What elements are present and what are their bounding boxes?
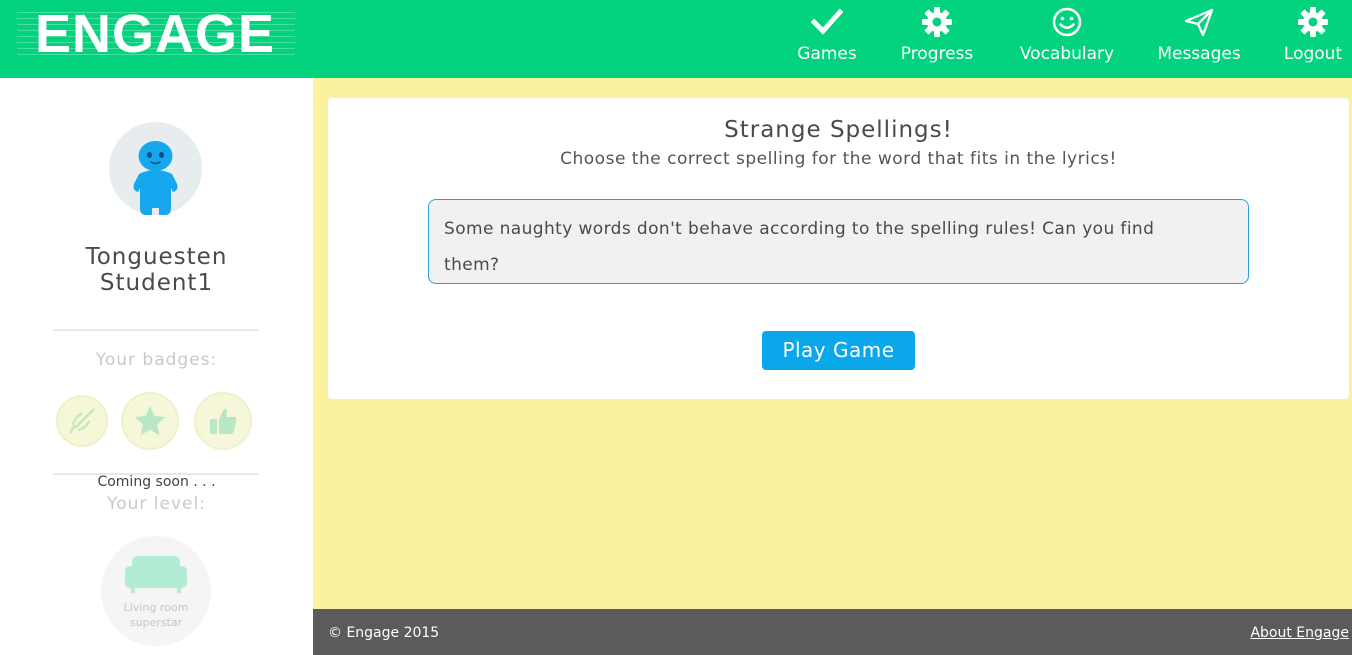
game-description: Some naughty words don't behave accordin… — [428, 199, 1249, 284]
thumbs-up-icon — [210, 408, 237, 434]
avatar — [109, 122, 202, 215]
level-name: Living room superstar — [101, 600, 211, 630]
check-icon — [810, 6, 844, 38]
play-game-button[interactable]: Play Game — [762, 331, 915, 370]
level-badge: Living room superstar — [101, 536, 211, 646]
smiley-icon — [1051, 6, 1083, 38]
rocket-icon — [69, 408, 95, 434]
sofa-icon — [125, 556, 187, 593]
gear-icon — [921, 6, 953, 38]
description-line2: them? — [444, 255, 500, 275]
game-title: Strange Spellings! — [724, 117, 953, 143]
badges-title: Your badges: — [95, 350, 218, 370]
coming-soon-text: Coming soon . . . — [97, 474, 216, 490]
game-card: Strange Spellings! Choose the correct sp… — [328, 98, 1349, 399]
nav-logout-label: Logout — [1283, 44, 1343, 64]
avatar-character-icon — [133, 141, 178, 215]
nav-games-label: Games — [797, 44, 857, 64]
profile-sidebar: Tonguesten Student1 Your badges: Coming … — [0, 78, 313, 655]
student-name-line2: Student1 — [99, 270, 214, 296]
nav-logout[interactable]: Logout — [1281, 0, 1345, 78]
student-name-line1: Tonguesten — [85, 244, 228, 270]
nav-messages-label: Messages — [1157, 44, 1241, 64]
level-name-line1: Living room — [123, 601, 189, 614]
nav-vocabulary-label: Vocabulary — [1019, 44, 1115, 64]
about-engage-link[interactable]: About Engage — [1250, 624, 1349, 642]
badge-rocket[interactable] — [56, 395, 108, 447]
top-header: ENGAGE Games Progress Vocabulary Message… — [0, 0, 1352, 78]
badge-thumbs-up[interactable] — [194, 392, 252, 450]
nav-messages[interactable]: Messages — [1156, 0, 1242, 78]
footer: © Engage 2015 About Engage — [313, 609, 1352, 655]
divider — [53, 329, 258, 331]
star-icon — [134, 406, 166, 436]
nav-vocabulary[interactable]: Vocabulary — [1017, 0, 1117, 78]
student-name: Tonguesten Student1 — [0, 244, 313, 296]
copyright-text: © Engage 2015 — [328, 625, 440, 641]
engage-logo[interactable]: ENGAGE — [17, 4, 295, 64]
main-content: Strange Spellings! Choose the correct sp… — [313, 78, 1352, 609]
badge-star[interactable] — [121, 392, 179, 450]
nav-games[interactable]: Games — [796, 0, 858, 78]
nav-progress[interactable]: Progress — [897, 0, 977, 78]
nav-progress-label: Progress — [900, 44, 974, 64]
description-line1: Some naughty words don't behave accordin… — [444, 219, 1155, 239]
logo-text: ENGAGE — [35, 4, 276, 64]
paper-plane-icon — [1183, 6, 1215, 38]
gear-icon — [1297, 6, 1329, 38]
level-title: Your level: — [107, 494, 206, 514]
level-name-line2: superstar — [129, 616, 183, 629]
game-subtitle: Choose the correct spelling for the word… — [560, 149, 1117, 169]
